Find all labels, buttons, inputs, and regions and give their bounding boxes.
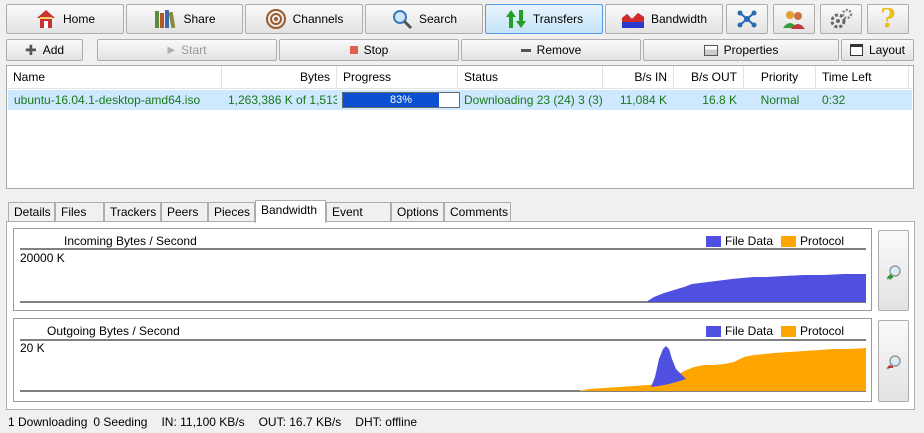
- tab-bandwidth[interactable]: Bandwidth: [255, 200, 326, 223]
- books-icon: [155, 10, 176, 29]
- status-in: IN: 11,100 KB/s: [161, 415, 245, 429]
- status-downloading: 1 Downloading: [8, 415, 88, 429]
- column-name[interactable]: Name: [7, 66, 222, 89]
- search-icon: [392, 10, 413, 30]
- bandwidth-button[interactable]: Bandwidth: [605, 4, 723, 34]
- outgoing-scale-label: 20 K: [20, 341, 45, 355]
- play-icon: ▶: [167, 44, 176, 56]
- layout-icon: [849, 44, 863, 56]
- transfer-bs-out: 16.8 K: [702, 93, 737, 107]
- tab-files[interactable]: Files: [55, 202, 104, 222]
- list-header: Name Bytes Progress Status B/s IN B/s OU…: [7, 66, 913, 89]
- transfer-time-left: 0:32: [822, 93, 846, 107]
- bandwidth-graph-icon: [621, 13, 644, 28]
- home-button[interactable]: Home: [6, 4, 124, 34]
- minus-icon: [520, 48, 531, 52]
- start-button[interactable]: ▶ Start: [97, 39, 277, 61]
- gear-icon: [830, 8, 853, 29]
- outgoing-graph: Outgoing Bytes / Second File Data Protoc…: [13, 318, 872, 402]
- plus-icon: ✚: [24, 41, 37, 58]
- home-icon: [36, 10, 55, 28]
- column-bs-out[interactable]: B/s OUT: [674, 66, 744, 89]
- transfer-status: Downloading 23 (24) 3 (3): [464, 93, 603, 107]
- status-seeding: 0 Seeding: [93, 415, 148, 429]
- status-dht: DHT: offline: [355, 415, 418, 429]
- users-button[interactable]: [773, 4, 815, 34]
- transfers-button[interactable]: Transfers: [485, 4, 603, 34]
- tab-details[interactable]: Details: [8, 202, 55, 222]
- remove-button[interactable]: Remove: [461, 39, 641, 61]
- tab-options[interactable]: Options: [391, 202, 444, 222]
- tab-pieces[interactable]: Pieces: [208, 202, 255, 222]
- stop-button[interactable]: Stop: [279, 39, 459, 61]
- incoming-scale-label: 20000 K: [20, 251, 65, 265]
- column-bs-in[interactable]: B/s IN: [603, 66, 674, 89]
- properties-icon: [703, 44, 718, 56]
- zoom-out-button[interactable]: [878, 320, 909, 402]
- share-button[interactable]: Share: [126, 4, 243, 34]
- users-icon: [783, 11, 805, 29]
- tab-peers[interactable]: Peers: [161, 202, 208, 222]
- progress-bar: 83%: [342, 92, 460, 108]
- stop-icon: [349, 46, 358, 54]
- transfer-bytes: 1,263,386 K of 1,513,3: [228, 93, 337, 107]
- zoom-out-icon: [886, 355, 901, 370]
- progress-text: 83%: [389, 94, 413, 106]
- layout-button[interactable]: Layout: [841, 39, 914, 61]
- network-button[interactable]: [726, 4, 768, 34]
- tab-trackers[interactable]: Trackers: [104, 202, 161, 222]
- transfer-bs-in: 11,084 K: [619, 93, 667, 107]
- status-out: OUT: 16.7 KB/s: [258, 415, 342, 429]
- help-button[interactable]: ?: [867, 4, 909, 34]
- broadcast-icon: [265, 9, 286, 29]
- column-progress[interactable]: Progress: [337, 66, 458, 89]
- zoom-in-icon: [886, 265, 901, 280]
- transfer-name: ubuntu-16.04.1-desktop-amd64.iso: [14, 93, 201, 107]
- search-button[interactable]: Search: [365, 4, 483, 34]
- column-status[interactable]: Status: [458, 66, 603, 89]
- tab-event-log[interactable]: Event Log: [326, 202, 391, 237]
- table-row[interactable]: ubuntu-16.04.1-desktop-amd64.iso 1,263,3…: [8, 90, 912, 110]
- incoming-graph: Incoming Bytes / Second File Data Protoc…: [13, 228, 872, 311]
- transfer-priority: Normal: [760, 93, 800, 107]
- properties-button[interactable]: Properties: [643, 39, 839, 61]
- column-priority[interactable]: Priority: [744, 66, 816, 89]
- column-time-left[interactable]: Time Left: [816, 66, 909, 89]
- transfer-list[interactable]: Name Bytes Progress Status B/s IN B/s OU…: [6, 65, 914, 189]
- settings-button[interactable]: [820, 4, 862, 34]
- outgoing-plot: [20, 339, 866, 392]
- up-down-arrows-icon: [505, 10, 526, 28]
- column-bytes[interactable]: Bytes: [222, 66, 337, 89]
- incoming-plot: [20, 248, 866, 303]
- status-bar: 1 Downloading 0 Seeding IN: 11,100 KB/s …: [0, 412, 924, 433]
- question-mark-icon: ?: [880, 4, 896, 34]
- channels-button[interactable]: Channels: [245, 4, 363, 34]
- tab-comments[interactable]: Comments: [444, 202, 511, 222]
- add-button[interactable]: ✚ Add: [6, 39, 83, 61]
- zoom-in-button[interactable]: [878, 230, 909, 311]
- incoming-file-data-area: [646, 274, 866, 302]
- outgoing-protocol-area: [579, 348, 866, 391]
- network-icon: [737, 10, 757, 28]
